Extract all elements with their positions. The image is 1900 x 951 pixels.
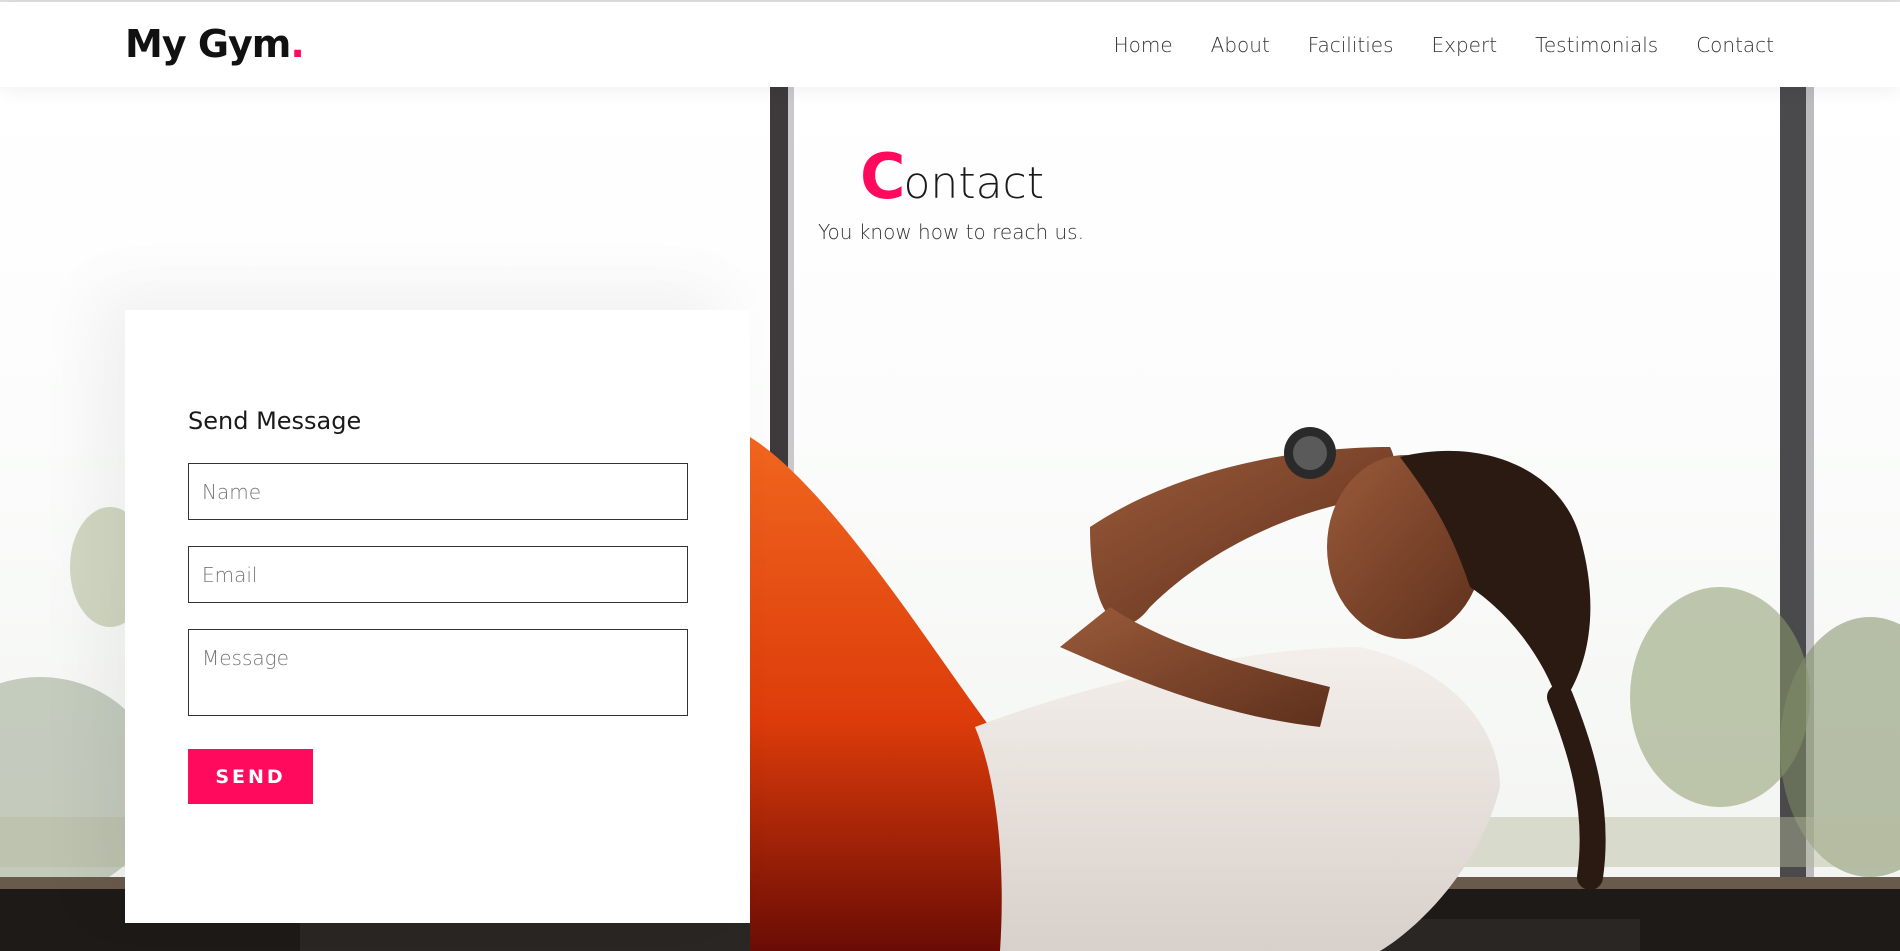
site-logo[interactable]: My Gym. — [125, 22, 305, 66]
nav-expert[interactable]: Expert — [1432, 33, 1498, 57]
nav-contact[interactable]: Contact — [1696, 33, 1774, 57]
name-input[interactable] — [188, 463, 688, 520]
main-nav: Home About Facilities Expert Testimonial… — [1114, 33, 1774, 57]
contact-heading-rest: ontact — [903, 158, 1044, 209]
site-header: My Gym. Home About Facilities Expert Tes… — [0, 2, 1900, 87]
nav-testimonials[interactable]: Testimonials — [1535, 33, 1658, 57]
email-input[interactable] — [188, 546, 688, 603]
logo-dot: . — [290, 22, 304, 66]
contact-heading: Contact — [860, 140, 1044, 213]
message-input[interactable] — [188, 629, 688, 716]
send-message-card: Send Message SEND — [125, 310, 750, 923]
contact-subtitle: You know how to reach us. — [818, 220, 1084, 244]
send-message-title: Send Message — [188, 407, 362, 435]
contact-heading-initial: C — [860, 140, 905, 213]
send-button[interactable]: SEND — [188, 749, 313, 804]
nav-home[interactable]: Home — [1114, 33, 1173, 57]
nav-about[interactable]: About — [1211, 33, 1270, 57]
logo-text: My Gym — [125, 22, 291, 66]
nav-facilities[interactable]: Facilities — [1308, 33, 1394, 57]
